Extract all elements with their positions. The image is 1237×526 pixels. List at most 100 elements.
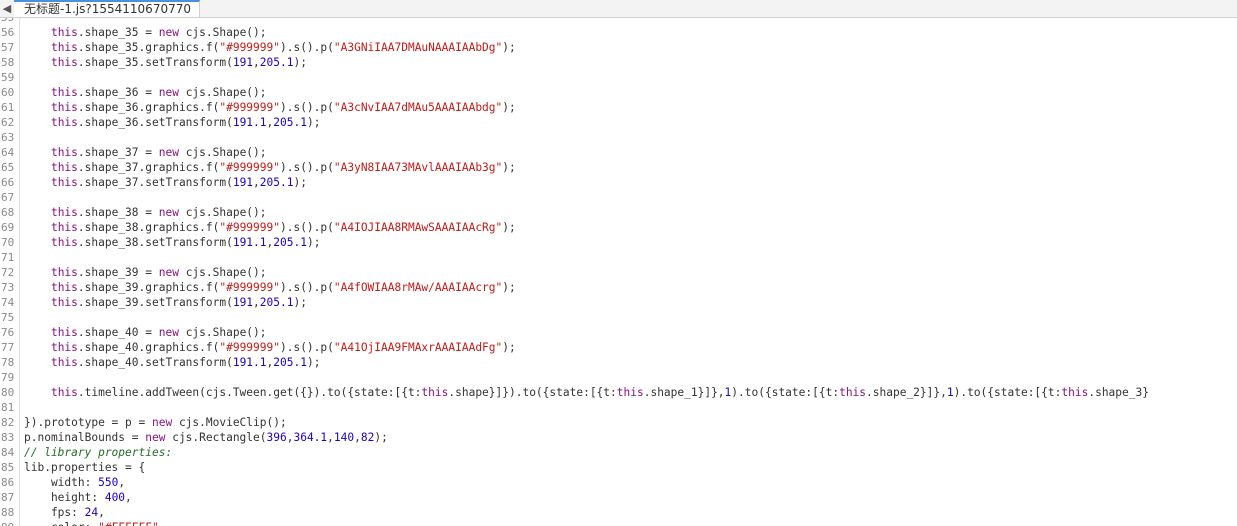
tab-bar: ◀ 无标题-1.js?1554110670770 [0, 0, 1237, 18]
code-token: this [50, 326, 78, 339]
code-token: 205.1 [273, 356, 307, 369]
line-number: 63 [1, 131, 15, 144]
code-text: this.shape_39 = new cjs.Shape(); [24, 265, 267, 280]
code-line: 69 this.shape_38.graphics.f("#999999").s… [0, 220, 1237, 235]
line-number: 80 [1, 386, 15, 399]
line-number: 81 [1, 401, 15, 414]
code-token: .shape_35.graphics.f( [77, 41, 220, 54]
code-token: ); [502, 221, 516, 234]
code-line: 55 [0, 18, 1237, 25]
line-number: 59 [1, 71, 15, 84]
code-token: this [839, 386, 867, 399]
code-line: 81 [0, 400, 1237, 415]
code-token: this [50, 116, 78, 129]
code-line: 75 [0, 310, 1237, 325]
line-number: 82 [1, 416, 15, 429]
code-token: 140 [333, 431, 355, 444]
line-number: 57 [1, 41, 15, 54]
code-token: cjs.Shape(); [178, 146, 267, 159]
code-token: .shape_37 = [77, 146, 159, 159]
code-token: .shape_40.graphics.f( [77, 341, 220, 354]
code-text: this.shape_36.graphics.f("#999999").s().… [24, 100, 516, 115]
code-line: 87 height: 400, [0, 490, 1237, 505]
line-number: 86 [1, 476, 15, 489]
code-editor[interactable]: 5556 this.shape_35 = new cjs.Shape();57 … [0, 18, 1237, 526]
code-token: , [118, 476, 126, 489]
code-text: this.shape_36.setTransform(191.1,205.1); [24, 115, 320, 130]
code-token: .shape_3} [1088, 386, 1149, 399]
code-token: "#999999" [219, 161, 280, 174]
code-line: 84 // library properties: [0, 445, 1237, 460]
code-token: 191 [232, 296, 254, 309]
code-token: cjs.MovieClip(); [172, 416, 287, 429]
line-number: 75 [1, 311, 15, 324]
code-token: new [158, 146, 179, 159]
code-token: ).s().p( [279, 101, 334, 114]
code-token: .shape_38.graphics.f( [77, 221, 220, 234]
code-line: 77 this.shape_40.graphics.f("#999999").s… [0, 340, 1237, 355]
code-text: color: "#FFFFFF", [24, 520, 166, 526]
code-token: this [50, 86, 78, 99]
code-token: // library properties: [24, 446, 173, 459]
line-number: 78 [1, 356, 15, 369]
code-token: ).to({state:[{t: [953, 386, 1062, 399]
code-token: .shape_35 = [77, 26, 159, 39]
code-token: ).s().p( [279, 281, 334, 294]
code-token: .shape}]}).to({state:[{t: [448, 386, 617, 399]
code-token: 205.1 [259, 176, 294, 189]
code-line: 68 this.shape_38 = new cjs.Shape(); [0, 205, 1237, 220]
code-line: 86 width: 550, [0, 475, 1237, 490]
code-text: this.shape_36 = new cjs.Shape(); [24, 85, 267, 100]
code-token: 396 [266, 431, 287, 444]
code-line: 76 this.shape_40 = new cjs.Shape(); [0, 325, 1237, 340]
code-line: 61 this.shape_36.graphics.f("#999999").s… [0, 100, 1237, 115]
code-line: 58 this.shape_35.setTransform(191,205.1)… [0, 55, 1237, 70]
code-line: 80 this.timeline.addTween(cjs.Tween.get(… [0, 385, 1237, 400]
editor-tab[interactable]: 无标题-1.js?1554110670770 [14, 0, 200, 17]
code-line: 71 [0, 250, 1237, 265]
code-token: .shape_39 = [77, 266, 159, 279]
code-token: ); [374, 431, 388, 444]
line-number: 84 [1, 446, 15, 459]
code-line: 72 this.shape_39 = new cjs.Shape(); [0, 265, 1237, 280]
code-text: this.shape_35 = new cjs.Shape(); [24, 25, 267, 40]
code-text: this.timeline.addTween(cjs.Tween.get({})… [24, 385, 1149, 400]
line-number: 61 [1, 101, 15, 114]
line-number: 70 [1, 236, 15, 249]
line-number: 77 [1, 341, 15, 354]
code-line: 83 p.nominalBounds = new cjs.Rectangle(39… [0, 430, 1237, 445]
code-token: ); [306, 116, 321, 129]
code-token: this [50, 296, 78, 309]
code-token: lib.properties = { [24, 461, 146, 474]
code-line: 59 [0, 70, 1237, 85]
code-text: this.shape_35.setTransform(191,205.1); [24, 55, 307, 70]
code-token: ); [502, 281, 516, 294]
code-text: // library properties: [24, 445, 172, 460]
code-token: 191.1 [232, 356, 267, 369]
code-token: ); [502, 101, 516, 114]
code-token: this [50, 101, 78, 114]
tab-scroll-left-icon[interactable]: ◀ [0, 0, 14, 17]
code-token: this [50, 236, 78, 249]
line-number: 89 [0, 520, 19, 526]
line-number: 58 [1, 56, 15, 69]
code-token: this [1061, 386, 1089, 399]
code-token: this [50, 146, 78, 159]
line-number: 88 [1, 506, 15, 519]
code-token: 364.1 [293, 431, 328, 444]
code-token: cjs.Rectangle( [165, 431, 267, 444]
code-text: height: 400, [24, 490, 132, 505]
code-text: this.shape_37.graphics.f("#999999").s().… [24, 160, 516, 175]
code-line: 74 this.shape_39.setTransform(191,205.1)… [0, 295, 1237, 310]
code-token: .shape_38 = [77, 206, 159, 219]
code-token: .shape_36.graphics.f( [77, 101, 220, 114]
code-token: .shape_36 = [77, 86, 159, 99]
code-token: "A3GNiIAA7DMAuNAAAIAAbDg" [333, 41, 503, 54]
